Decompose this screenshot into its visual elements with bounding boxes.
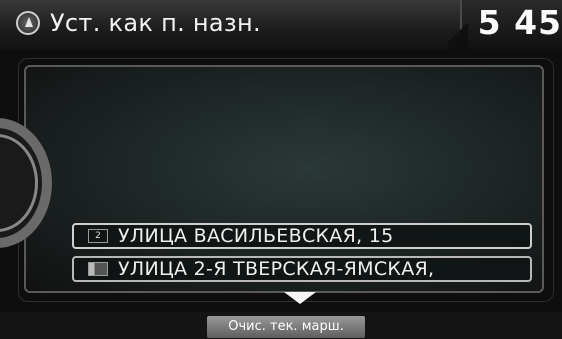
navigation-screen: Уст. как п. назн. 5 45 2 УЛИЦА ВАСИЛЬЕВС… bbox=[0, 0, 562, 339]
destination-address: УЛИЦА 2-Я ТВЕРСКАЯ-ЯМСКАЯ, bbox=[118, 258, 435, 280]
destination-flag-icon bbox=[88, 262, 108, 276]
waypoint-number-icon: 2 bbox=[88, 229, 108, 243]
clock-display: 5 45 bbox=[477, 3, 562, 42]
header-bar: Уст. как п. назн. 5 45 bbox=[0, 0, 562, 50]
clear-route-button[interactable]: Очис. тек. марш. bbox=[207, 316, 365, 338]
chevron-down-icon[interactable] bbox=[284, 292, 316, 304]
navigation-compass-icon bbox=[16, 11, 40, 35]
page-title: Уст. как п. назн. bbox=[50, 9, 261, 37]
destination-address: УЛИЦА ВАСИЛЬЕВСКАЯ, 15 bbox=[118, 225, 394, 247]
destination-item-2[interactable]: УЛИЦА 2-Я ТВЕРСКАЯ-ЯМСКАЯ, bbox=[72, 256, 532, 282]
clock-tab-divider bbox=[448, 14, 468, 50]
destination-item-1[interactable]: 2 УЛИЦА ВАСИЛЬЕВСКАЯ, 15 bbox=[72, 223, 532, 249]
